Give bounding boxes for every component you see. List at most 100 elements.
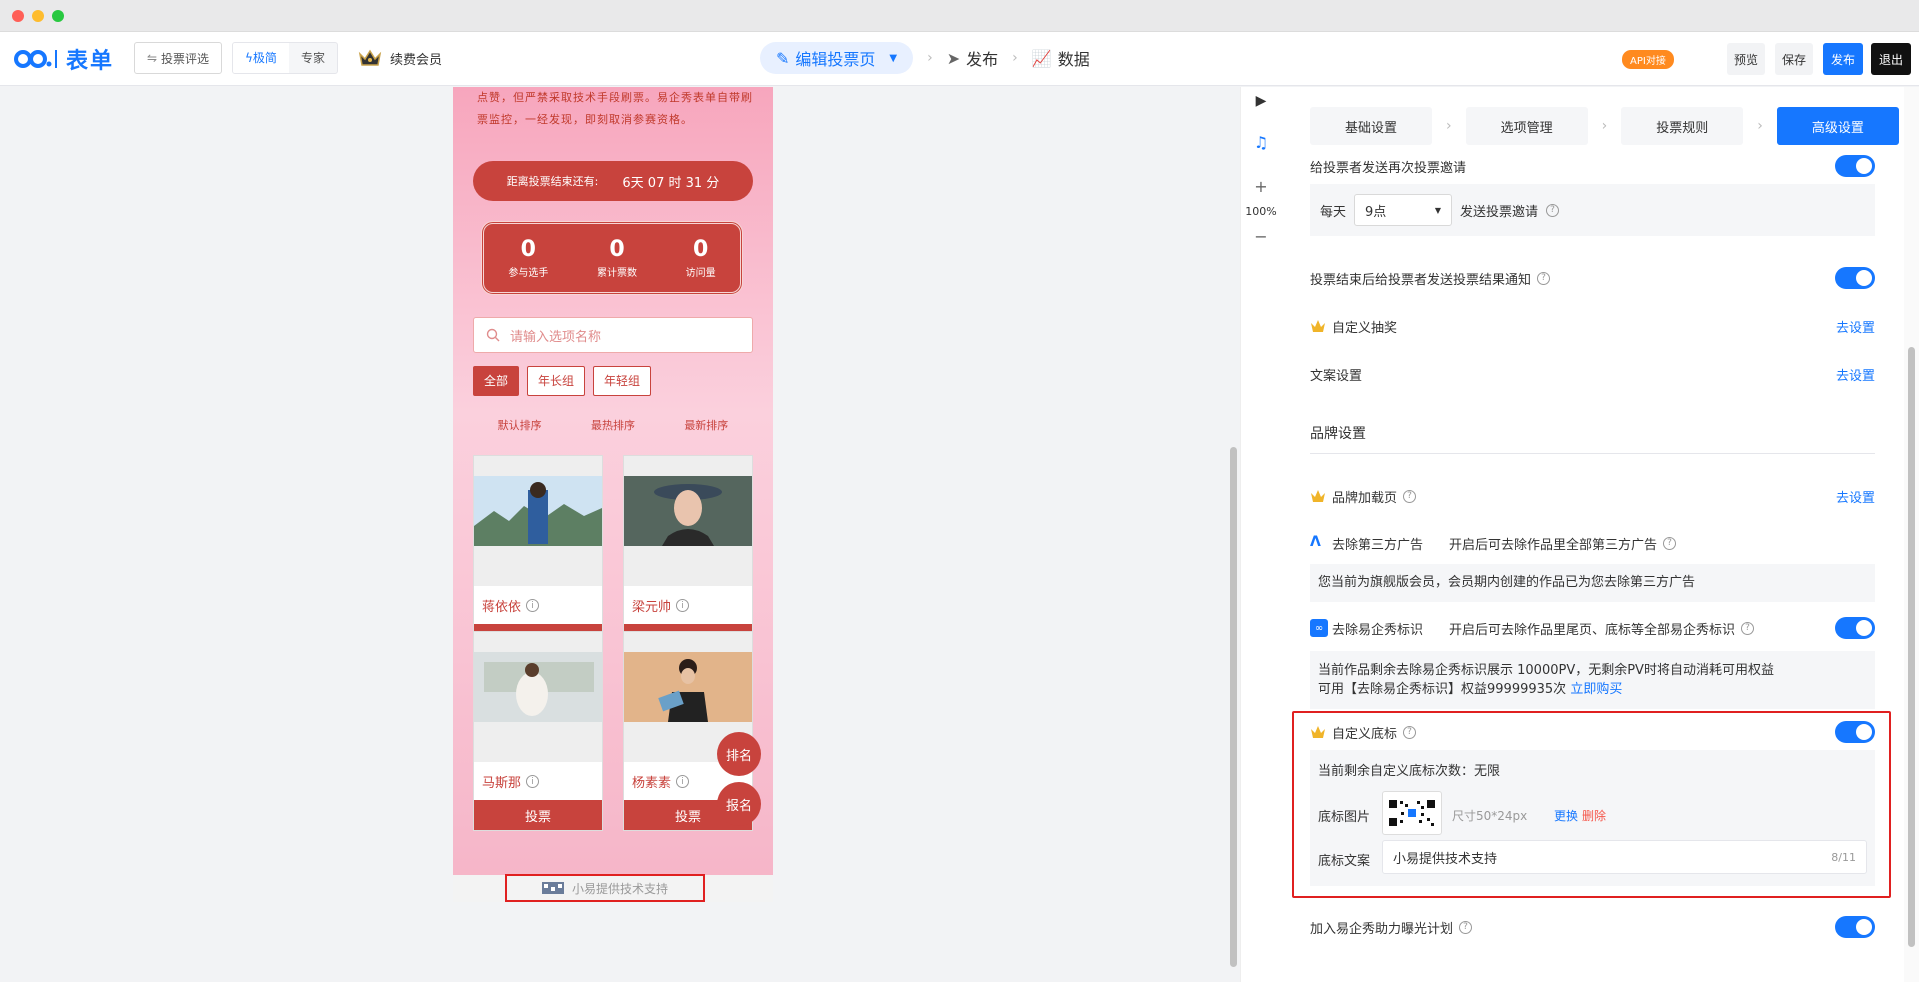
candidate-name-text: 马斯那 xyxy=(482,776,522,791)
brand-name: 表单 xyxy=(66,49,115,74)
copy-settings-label: 文案设置 xyxy=(1310,368,1363,384)
maximize-window-dot[interactable] xyxy=(52,10,64,22)
daily-invite-config: 每天 9点 ▼ 发送投票邀请 ? xyxy=(1310,184,1875,236)
canvas-scrollbar[interactable] xyxy=(1228,87,1240,982)
stat-visits: 0 访问量 xyxy=(686,237,716,279)
api-badge[interactable]: API对接 xyxy=(1622,50,1674,69)
stat-total-votes: 0 累计票数 xyxy=(597,237,637,279)
option-search-input[interactable]: 请输入选项名称 xyxy=(473,317,753,353)
candidate-card[interactable]: 蒋依依i 投票 xyxy=(473,455,603,655)
stat-participants: 0 参与选手 xyxy=(508,237,548,279)
info-icon[interactable]: i xyxy=(676,599,690,612)
tab-basic-settings[interactable]: 基础设置 xyxy=(1310,107,1432,145)
vote-review-label: 投票评选 xyxy=(161,51,210,66)
mode-simple-tab[interactable]: ϟ极简 xyxy=(233,43,289,73)
panel-scrollbar[interactable] xyxy=(1904,87,1919,982)
close-window-dot[interactable] xyxy=(12,10,24,22)
stat-value: 0 xyxy=(609,237,625,262)
mode-expert-tab[interactable]: 专家 xyxy=(289,43,337,73)
filter-all[interactable]: 全部 xyxy=(473,366,520,396)
bolt-icon: ϟ xyxy=(245,51,253,65)
stats-panel: 0 参与选手 0 累计票数 0 访问量 xyxy=(481,221,743,295)
countdown-label: 距离投票结束还有: xyxy=(506,175,599,188)
sort-hot[interactable]: 最热排序 xyxy=(591,417,635,433)
help-icon[interactable]: ? xyxy=(1537,271,1551,285)
candidate-photo xyxy=(474,456,602,586)
brand-loading-label: 品牌加载页 xyxy=(1332,490,1398,506)
resend-invite-label: 给投票者发送再次投票邀请 xyxy=(1310,160,1467,176)
canvas-scrollbar-thumb[interactable] xyxy=(1230,447,1237,967)
mode-simple-label: 极简 xyxy=(252,51,277,65)
brand-loading-setup-link[interactable]: 去设置 xyxy=(1836,487,1875,506)
copy-settings-setup-link[interactable]: 去设置 xyxy=(1836,365,1875,384)
music-icon[interactable]: ♫ xyxy=(1241,133,1281,152)
tab-advanced-settings[interactable]: 高级设置 xyxy=(1776,107,1899,145)
ranking-fab[interactable]: 排名 xyxy=(717,732,761,776)
crown-icon xyxy=(1311,490,1325,502)
canvas-tools: ▶ ♫ + 100% − xyxy=(1240,87,1280,982)
play-icon[interactable]: ▶ xyxy=(1241,93,1281,109)
daily-time-select[interactable]: 9点 ▼ xyxy=(1354,194,1453,226)
sort-default[interactable]: 默认排序 xyxy=(498,417,542,433)
chevron-right-icon: › xyxy=(1601,118,1608,134)
panel-scrollbar-thumb[interactable] xyxy=(1908,347,1915,947)
sort-new[interactable]: 最新排序 xyxy=(684,417,728,433)
remove-mark-note: 当前作品剩余去除易企秀标识展示 10000PV，无剩余PV时将自动消耗可用权益 … xyxy=(1310,651,1875,709)
step-edit-vote-page[interactable]: ✎ 编辑投票页 ▼ xyxy=(760,42,914,74)
stat-value: 0 xyxy=(520,237,536,262)
remove-mark-toggle[interactable] xyxy=(1835,617,1875,639)
info-icon[interactable]: i xyxy=(526,775,540,788)
publish-button[interactable]: 发布 xyxy=(1823,43,1863,75)
remove-ads-row: ᐱ 去除第三方广告 开启后可去除作品里全部第三方广告? xyxy=(1310,532,1875,554)
chevron-right-icon: › xyxy=(1757,118,1763,134)
resend-invite-toggle[interactable] xyxy=(1835,155,1875,177)
save-button[interactable]: 保存 xyxy=(1775,43,1813,75)
help-icon[interactable]: ? xyxy=(1546,203,1560,217)
zoom-out-icon[interactable]: − xyxy=(1241,227,1281,246)
exit-button[interactable]: 退出 xyxy=(1871,43,1911,75)
renew-member-link[interactable]: 续费会员 xyxy=(358,48,442,68)
vote-review-button[interactable]: ⇋ 投票评选 xyxy=(134,42,222,74)
zoom-in-icon[interactable]: + xyxy=(1241,177,1281,196)
app-logo[interactable]: 表单 xyxy=(14,44,114,74)
step-publish[interactable]: ➤ 发布 xyxy=(947,46,998,70)
filter-senior[interactable]: 年长组 xyxy=(527,366,586,396)
candidate-name: 梁元帅 i xyxy=(632,596,690,615)
remove-mark-desc: 开启后可去除作品里尾页、底标等全部易企秀标识 xyxy=(1449,622,1736,638)
daily-time-value: 9点 xyxy=(1365,204,1387,220)
chevron-right-icon: › xyxy=(1012,50,1018,66)
preview-button[interactable]: 预览 xyxy=(1727,43,1765,75)
brand-section-header: 品牌设置 xyxy=(1310,426,1875,454)
candidate-card[interactable]: 梁元帅i 投票 xyxy=(623,455,753,655)
help-icon[interactable]: ? xyxy=(1663,536,1677,550)
remove-mark-label: 去除易企秀标识 xyxy=(1332,622,1424,638)
group-filters: 全部 年长组 年轻组 xyxy=(473,366,652,396)
caret-down-icon: ▼ xyxy=(1434,205,1442,215)
buy-now-link[interactable]: 立即购买 xyxy=(1570,682,1622,697)
step-data[interactable]: 📈 数据 xyxy=(1032,46,1090,70)
info-icon[interactable]: i xyxy=(526,599,540,612)
tab-vote-rules[interactable]: 投票规则 xyxy=(1621,107,1744,145)
tab-option-management[interactable]: 选项管理 xyxy=(1465,107,1588,145)
help-icon[interactable]: ? xyxy=(1741,621,1755,635)
minimize-window-dot[interactable] xyxy=(32,10,44,22)
candidate-name: 蒋依依 i xyxy=(482,596,540,615)
info-icon[interactable]: i xyxy=(676,775,690,788)
help-icon[interactable]: ? xyxy=(1403,489,1417,503)
footer-brand-mark[interactable]: 小易提供技术支持 xyxy=(505,874,705,902)
exposure-plan-toggle[interactable] xyxy=(1835,916,1875,938)
custom-lottery-setup-link[interactable]: 去设置 xyxy=(1836,317,1875,336)
custom-lottery-label: 自定义抽奖 xyxy=(1332,320,1398,336)
help-icon[interactable]: ? xyxy=(1459,920,1473,934)
result-notice-label: 投票结束后给投票者发送投票结果通知 xyxy=(1310,272,1532,288)
filter-junior[interactable]: 年轻组 xyxy=(593,366,652,396)
remove-ads-label: 去除第三方广告 xyxy=(1332,537,1424,553)
exposure-plan-label: 加入易企秀助力曝光计划 xyxy=(1310,921,1454,937)
candidate-card[interactable]: 马斯那 i 投票 xyxy=(473,631,603,831)
result-notice-toggle[interactable] xyxy=(1835,267,1875,289)
signup-fab[interactable]: 报名 xyxy=(717,782,761,826)
phone-preview[interactable]: 点赞，但严禁采取技术手段刷票。易企秀表单自带刷票监控，一经发现，即刻取消参赛资格… xyxy=(453,87,773,902)
remove-ads-icon: ᐱ xyxy=(1310,534,1321,550)
vote-button[interactable]: 投票 xyxy=(474,800,602,830)
countdown-bar: 距离投票结束还有: 6天 07 时 31 分 xyxy=(473,161,753,201)
